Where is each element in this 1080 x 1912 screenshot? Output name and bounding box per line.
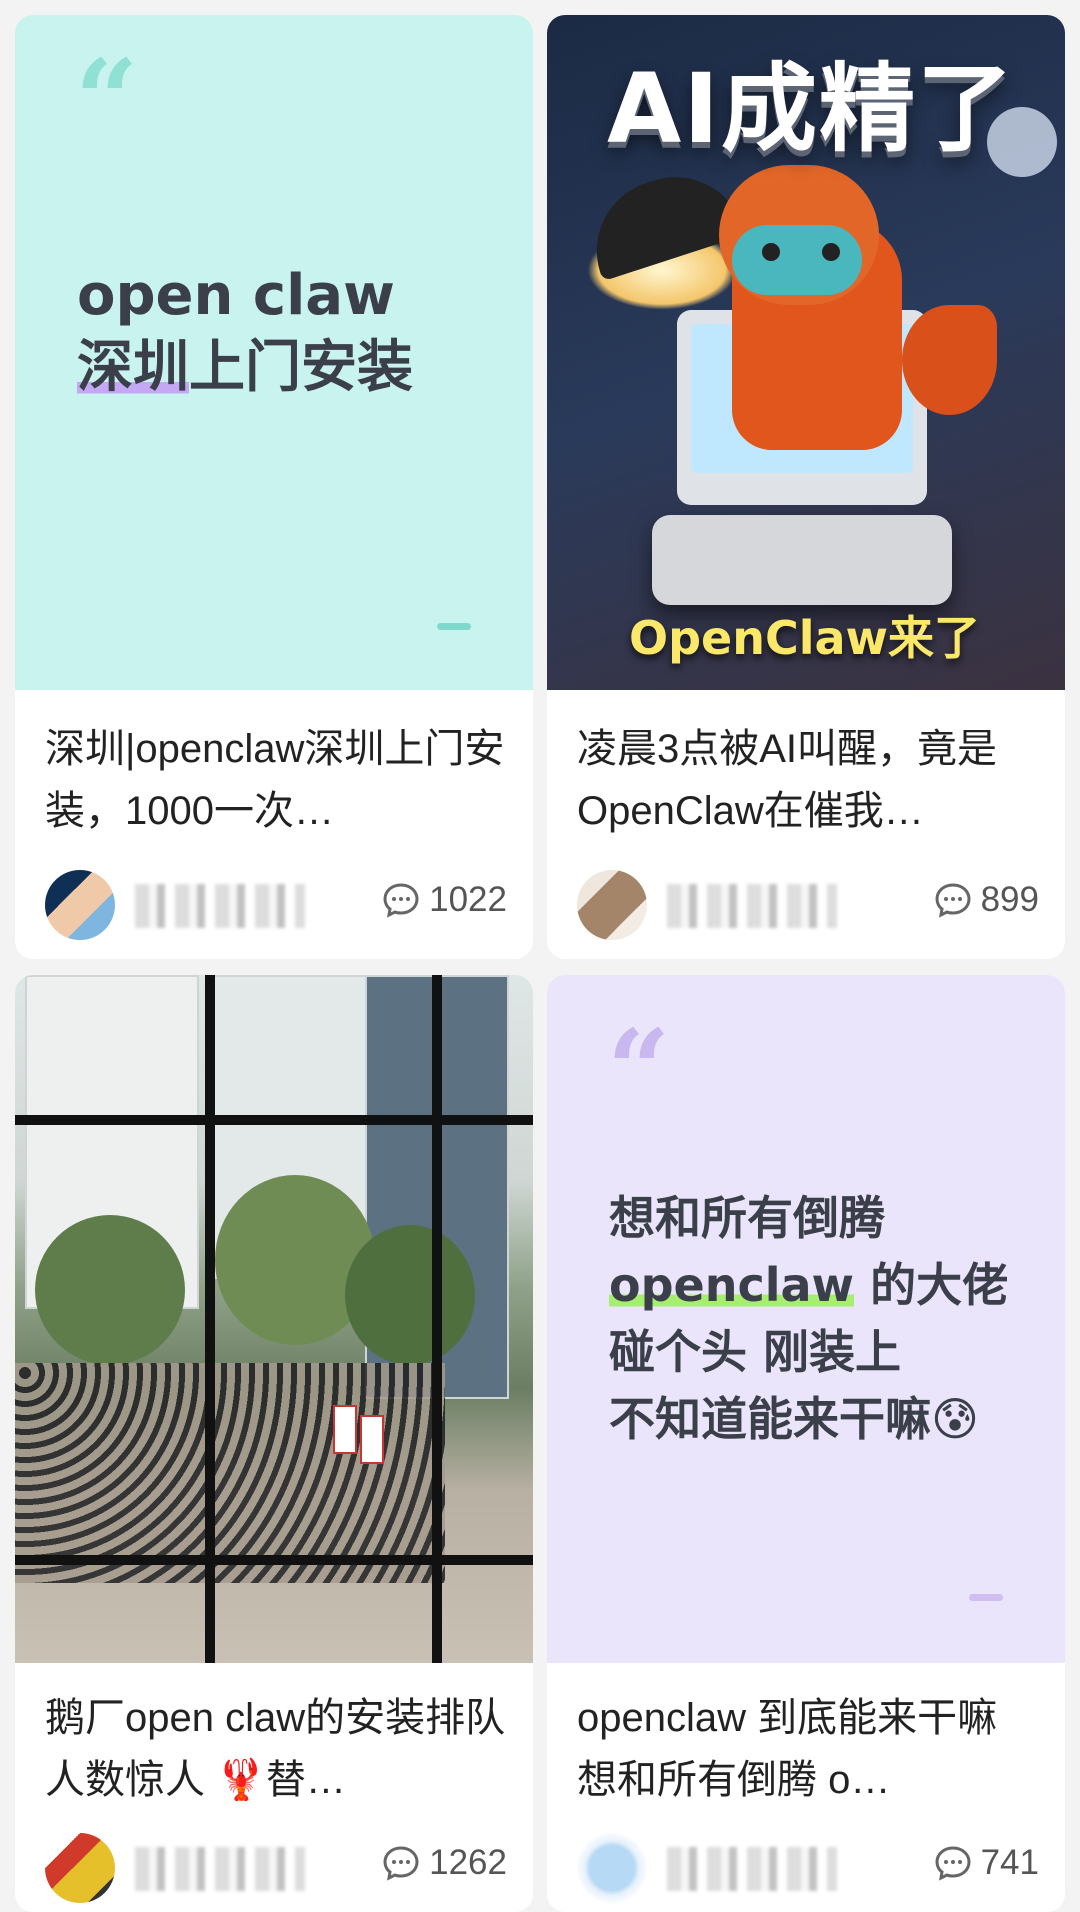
cover-dash-decoration	[969, 1594, 1003, 1601]
post-card[interactable]: “ 想和所有倒腾 openclaw 的大佬 碰个头 刚装上 不知道能来干嘛😰 o…	[547, 975, 1065, 1912]
cover-highlight: openclaw	[609, 1258, 855, 1313]
crowd-image	[15, 1363, 445, 1583]
post-title[interactable]: 深圳|openclaw深圳上门安装，1000一次…	[45, 718, 509, 842]
cover-text-line: open claw	[77, 263, 395, 328]
cover-text-line: 深圳上门安装	[77, 332, 413, 404]
post-meta: 741	[577, 1825, 1039, 1905]
comment-bubble-icon	[935, 883, 971, 918]
author-name[interactable]	[667, 884, 837, 928]
author-avatar[interactable]	[577, 1833, 647, 1903]
cover-text-rest: 上门安装	[189, 334, 413, 400]
comment-bubble-icon	[383, 883, 419, 918]
post-cover[interactable]: AI成精了 OpenClaw来了	[547, 15, 1065, 690]
comment-count[interactable]: 1022	[381, 880, 507, 920]
comment-count-value: 899	[980, 880, 1039, 919]
post-cover[interactable]	[15, 975, 533, 1663]
author-name[interactable]	[135, 1847, 305, 1891]
quote-mark-icon: “	[607, 1005, 671, 1134]
author-name[interactable]	[667, 1847, 837, 1891]
post-card[interactable]: 鹅厂open claw的安装排队人数惊人 🦞替… 1262	[15, 975, 533, 1912]
poster-sign	[360, 1415, 384, 1464]
post-card[interactable]: “ open claw 深圳上门安装 深圳|openclaw深圳上门安装，100…	[15, 15, 533, 959]
comment-count-value: 741	[980, 1843, 1039, 1882]
post-title[interactable]: 凌晨3点被AI叫醒，竟是OpenClaw在催我…	[577, 718, 1041, 842]
poster-sign	[333, 1405, 357, 1454]
cover-text-rest: 的大佬	[854, 1258, 1009, 1313]
author-avatar[interactable]	[45, 1833, 115, 1903]
mac-mini-image	[652, 515, 952, 605]
cover-text-line: 不知道能来干嘛😰	[609, 1392, 979, 1447]
comment-bubble-icon	[383, 1846, 419, 1881]
author-avatar[interactable]	[45, 870, 115, 940]
comment-count-value: 1262	[429, 1843, 507, 1882]
tree-image	[345, 1225, 475, 1365]
cover-text-line: 想和所有倒腾	[609, 1191, 885, 1245]
cover-subtitle: OpenClaw来了	[629, 611, 981, 665]
post-cover[interactable]: “ 想和所有倒腾 openclaw 的大佬 碰个头 刚装上 不知道能来干嘛😰	[547, 975, 1065, 1663]
post-cover[interactable]: “ open claw 深圳上门安装	[15, 15, 533, 690]
post-title[interactable]: 鹅厂open claw的安装排队人数惊人 🦞替…	[45, 1687, 509, 1811]
author-name[interactable]	[135, 884, 305, 928]
cover-title: AI成精了	[607, 53, 1016, 165]
robot-visor	[732, 225, 862, 295]
feed-grid: “ open claw 深圳上门安装 深圳|openclaw深圳上门安装，100…	[0, 0, 1080, 1912]
comment-count[interactable]: 899	[933, 880, 1039, 920]
lobster-claw	[902, 305, 997, 415]
robot-eye	[822, 243, 840, 261]
window-frame	[15, 1555, 533, 1565]
post-title[interactable]: openclaw 到底能来干嘛 想和所有倒腾 o…	[577, 1687, 1041, 1811]
cover-dash-decoration	[437, 623, 471, 630]
comment-count-value: 1022	[429, 880, 507, 919]
cover-highlight: 深圳	[77, 334, 189, 400]
quote-mark-icon: “	[75, 35, 139, 164]
author-avatar[interactable]	[577, 870, 647, 940]
robot-eye	[762, 243, 780, 261]
cover-text-line: openclaw 的大佬	[609, 1252, 1008, 1319]
window-frame	[15, 1115, 533, 1125]
post-meta: 1262	[45, 1825, 507, 1905]
comment-count[interactable]: 741	[933, 1843, 1039, 1883]
comment-count[interactable]: 1262	[381, 1843, 507, 1883]
post-card[interactable]: AI成精了 OpenClaw来了 凌晨3点被AI叫醒，竟是OpenClaw在催我…	[547, 15, 1065, 959]
post-meta: 899	[577, 862, 1039, 942]
tree-image	[35, 1215, 185, 1365]
cover-text: 想和所有倒腾 openclaw 的大佬 碰个头 刚装上 不知道能来干嘛😰	[609, 1185, 1008, 1454]
post-meta: 1022	[45, 862, 507, 942]
comment-bubble-icon	[935, 1846, 971, 1881]
cover-text: open claw 深圳上门安装	[77, 260, 413, 403]
cover-text-line: 碰个头 刚装上	[609, 1325, 902, 1380]
